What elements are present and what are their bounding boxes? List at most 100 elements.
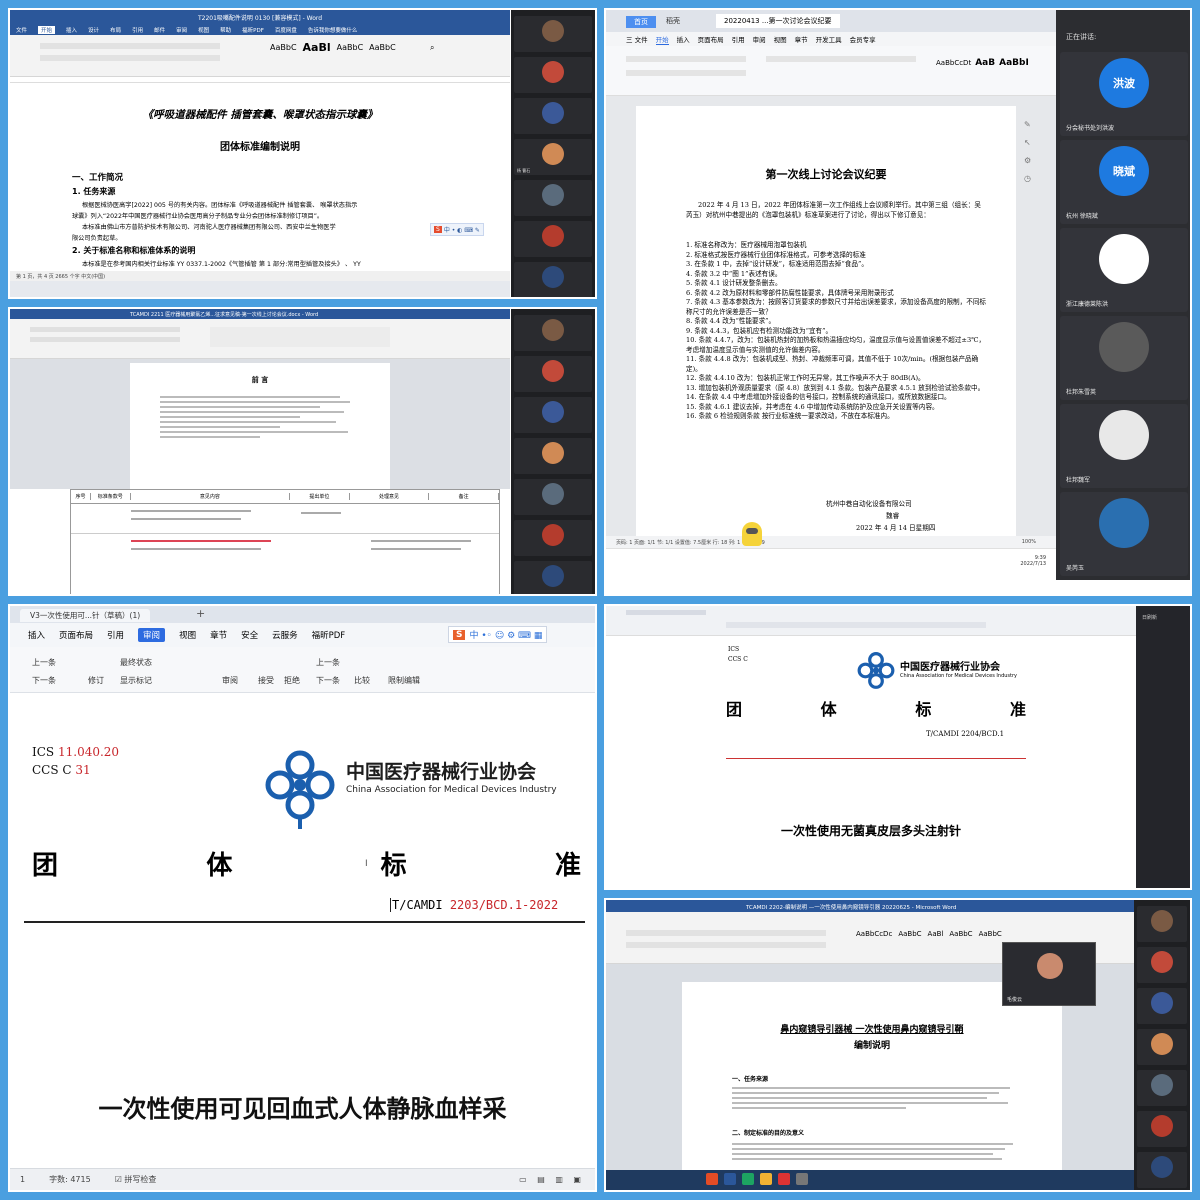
ribbon-tab[interactable]: 视图 <box>198 26 209 34</box>
ribbon-tab[interactable]: 开始 <box>38 25 56 34</box>
participant-tile[interactable] <box>514 561 592 594</box>
view-mode-icons[interactable]: ▭ ▤ ▥ ▣ <box>519 1175 585 1184</box>
avatar <box>1099 410 1149 460</box>
toolbar-button[interactable]: 上一条 <box>32 657 56 668</box>
tab-document[interactable]: V3一次性使用可...针（草稿）(1) <box>20 609 151 622</box>
spell-check[interactable]: ☑ 拼写检查 <box>115 1174 157 1185</box>
ribbon-tab[interactable]: 布局 <box>110 26 121 34</box>
menu-item[interactable]: 引用 <box>107 629 124 641</box>
menu-item[interactable]: 章节 <box>795 34 808 44</box>
ribbon-tab[interactable]: 插入 <box>66 26 77 34</box>
participant-tile[interactable] <box>514 57 592 93</box>
menu-item[interactable]: 福昕PDF <box>312 629 346 641</box>
participant-tile[interactable]: 杜邦朱雪英 <box>1060 316 1188 400</box>
participant-tile[interactable]: 杜邦魏军 <box>1060 404 1188 488</box>
menu-item[interactable]: 开发工具 <box>816 34 842 44</box>
style-preset[interactable]: AaBl <box>303 41 331 54</box>
menu-item[interactable]: 会员专享 <box>850 34 876 44</box>
participant-tile[interactable] <box>514 315 592 351</box>
participant-tile[interactable] <box>1137 1152 1187 1188</box>
participant-tile[interactable]: 杨 曹石 <box>514 139 592 175</box>
menu-item[interactable]: 三 文件 <box>626 34 648 44</box>
video-overlay[interactable]: 毛俊云 <box>1002 942 1096 1006</box>
menu-item[interactable]: 视图 <box>179 629 196 641</box>
ribbon-tab[interactable]: 帮助 <box>220 26 231 34</box>
participant-tile[interactable] <box>1137 1111 1187 1147</box>
participant-tile[interactable]: 晓斌 杭州 徐晓斌 <box>1060 140 1188 224</box>
menu-item[interactable]: 开始 <box>655 34 669 45</box>
menu-item[interactable]: 云服务 <box>272 629 298 641</box>
participant-tile[interactable] <box>514 356 592 392</box>
ribbon-tab[interactable]: 文件 <box>16 26 27 34</box>
tab-docer[interactable]: 稻壳 <box>666 16 680 26</box>
participant-tile[interactable]: 吴芮玉 <box>1060 492 1188 576</box>
toolbar-button[interactable]: 限制编辑 <box>388 675 420 686</box>
toolbar-button[interactable]: 拒绝 <box>284 675 300 686</box>
toolbar-button[interactable]: 修订 <box>88 675 104 686</box>
participant-tile[interactable] <box>514 98 592 134</box>
zoom-level[interactable]: 100% <box>1022 539 1036 545</box>
ribbon-tab[interactable]: 百度网盘 <box>275 26 297 34</box>
settings-icon[interactable]: ⚙ <box>1024 152 1038 170</box>
ribbon-tab[interactable]: 邮件 <box>154 26 165 34</box>
menu-item[interactable]: 页面布局 <box>59 629 93 641</box>
toolbar-button[interactable]: 下一条 <box>32 675 56 686</box>
menu-item[interactable]: 安全 <box>241 629 258 641</box>
ribbon-tab[interactable]: 福昕PDF <box>242 26 264 34</box>
toolbar-button[interactable]: 下一条 <box>316 675 340 686</box>
menu-item[interactable]: 页面布局 <box>698 34 724 44</box>
participant-tile[interactable] <box>514 520 592 556</box>
toolbar-button[interactable]: 最终状态 <box>120 657 152 668</box>
participant-tile[interactable] <box>1137 988 1187 1024</box>
search-icon[interactable]: ⌕ <box>430 43 434 53</box>
ime-toolbar[interactable]: S 中 • ◐ ⌨ ✎ <box>430 223 484 236</box>
toolbar-button[interactable]: 上一条 <box>316 657 340 668</box>
taskbar-app-icon[interactable] <box>760 1173 772 1185</box>
menu-item[interactable]: 审阅 <box>138 628 166 642</box>
menu-item[interactable]: 视图 <box>774 34 787 44</box>
clock-icon[interactable]: ◷ <box>1024 170 1038 188</box>
participant-tile[interactable] <box>514 397 592 433</box>
wps-tab-bar: V3一次性使用可...针（草稿）(1) + <box>10 606 595 623</box>
menu-item[interactable]: 插入 <box>677 34 690 44</box>
new-tab-icon[interactable]: + <box>196 607 205 620</box>
style-preset[interactable]: AaBbC <box>270 43 297 52</box>
taskbar-app-icon[interactable] <box>796 1173 808 1185</box>
style-preset[interactable]: AaBbC <box>337 43 364 52</box>
menu-item[interactable]: 插入 <box>28 629 45 641</box>
participant-tile[interactable] <box>1137 1029 1187 1065</box>
toolbar-button[interactable]: 显示标记 <box>120 675 152 686</box>
tab-home[interactable]: 首页 <box>626 16 656 28</box>
taskbar-app-icon[interactable] <box>706 1173 718 1185</box>
participant-tile[interactable] <box>1137 947 1187 983</box>
participant-tile[interactable] <box>514 180 592 216</box>
ribbon-tab[interactable]: 设计 <box>88 26 99 34</box>
participant-tile[interactable] <box>514 479 592 515</box>
participant-tile[interactable] <box>514 262 592 297</box>
pointer-icon[interactable]: ↖ <box>1024 134 1038 152</box>
taskbar-app-icon[interactable] <box>724 1173 736 1185</box>
ribbon-tab[interactable]: 告诉我你想要做什么 <box>308 26 358 34</box>
menu-item[interactable]: 章节 <box>210 629 227 641</box>
pen-icon[interactable]: ✎ <box>1024 116 1038 134</box>
taskbar-app-icon[interactable] <box>742 1173 754 1185</box>
toolbar-button[interactable]: 比较 <box>354 675 370 686</box>
ime-toolbar[interactable]: S 中 •◦ ☺ ⚙ ⌨ ▦ <box>448 626 548 643</box>
taskbar-app-icon[interactable] <box>778 1173 790 1185</box>
participant-tile[interactable] <box>514 16 592 52</box>
toolbar-button[interactable]: 接受 <box>258 675 274 686</box>
participant-tile[interactable]: 浙江康德莱陈洪 <box>1060 228 1188 312</box>
toolbar-button[interactable]: 审阅 <box>222 675 238 686</box>
participant-tile[interactable] <box>514 221 592 257</box>
menu-item[interactable]: 引用 <box>732 34 745 44</box>
ribbon-tab[interactable]: 审阅 <box>176 26 187 34</box>
participant-tile[interactable] <box>514 438 592 474</box>
participant-tile[interactable] <box>1137 906 1187 942</box>
doc-subtitle: 编制说明 <box>853 1041 890 1051</box>
ribbon-tab[interactable]: 引用 <box>132 26 143 34</box>
style-preset[interactable]: AaBbC <box>369 43 396 52</box>
participant-tile[interactable] <box>1137 1070 1187 1106</box>
menu-item[interactable]: 审阅 <box>753 34 766 44</box>
participant-tile[interactable]: 洪波 分会秘书处刘洪波 <box>1060 52 1188 136</box>
tab-document[interactable]: 20220413 ...第一次讨论会议纪要 <box>716 14 840 28</box>
